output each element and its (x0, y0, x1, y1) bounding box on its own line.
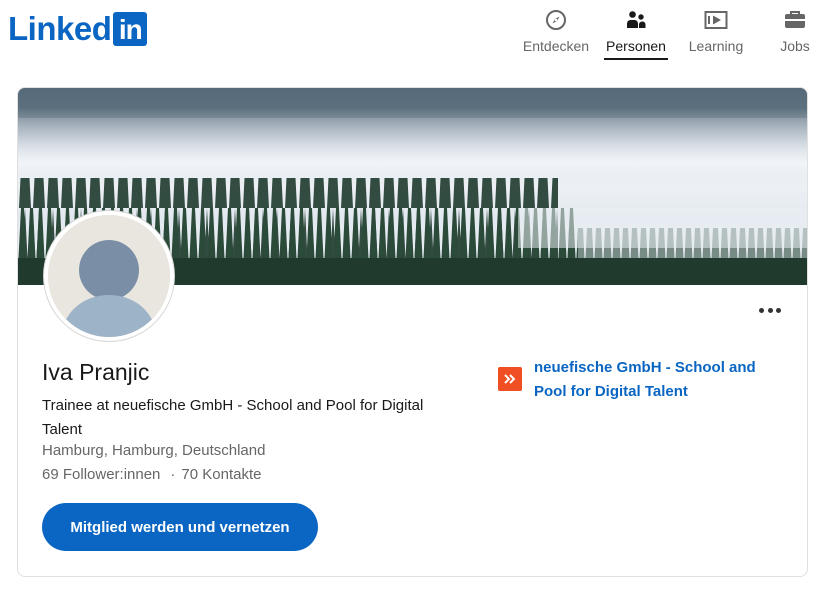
dot-icon (759, 307, 764, 313)
avatar[interactable] (44, 211, 174, 341)
connections-count[interactable]: 70 Kontakte (181, 466, 261, 483)
learning-icon (704, 11, 728, 29)
default-avatar-icon (48, 215, 170, 337)
top-nav: Entdecken Personen Learning Jobs (0, 6, 821, 62)
nav-item-personen[interactable]: Personen (596, 6, 676, 54)
profile-stats: 69 Follower:innen · 70 Kontakte (42, 466, 261, 483)
profile-name: Iva Pranjic (42, 359, 150, 385)
dot-icon (776, 307, 781, 313)
dot-icon (767, 307, 773, 313)
nav-item-entdecken[interactable]: Entdecken (516, 6, 596, 54)
nav-label: Entdecken (522, 38, 590, 54)
nav-item-learning[interactable]: Learning (676, 6, 756, 54)
nav-label: Personen (606, 38, 666, 54)
chevrons-icon (504, 374, 516, 384)
stats-separator: · (170, 466, 176, 483)
people-icon (627, 11, 646, 28)
nav-label: Jobs (780, 38, 810, 54)
company-logo (498, 367, 522, 391)
profile-location: Hamburg, Hamburg, Deutschland (42, 442, 266, 459)
followers-count[interactable]: 69 Follower:innen (42, 466, 160, 483)
more-options-button[interactable] (759, 299, 781, 321)
current-company[interactable]: neuefische GmbH - School and Pool for Di… (498, 356, 774, 404)
company-name-link[interactable]: neuefische GmbH - School and Pool for Di… (534, 356, 774, 404)
nav-item-jobs[interactable]: Jobs (755, 6, 821, 54)
profile-headline: Trainee at neuefische GmbH - School and … (42, 397, 424, 438)
join-and-connect-button[interactable]: Mitglied werden und vernetzen (42, 503, 318, 551)
compass-icon (546, 10, 566, 30)
briefcase-icon (785, 11, 805, 28)
profile-card: Iva Pranjic Trainee at neuefische GmbH -… (17, 87, 808, 577)
nav-label: Learning (688, 38, 744, 54)
active-tab-indicator (604, 58, 668, 60)
